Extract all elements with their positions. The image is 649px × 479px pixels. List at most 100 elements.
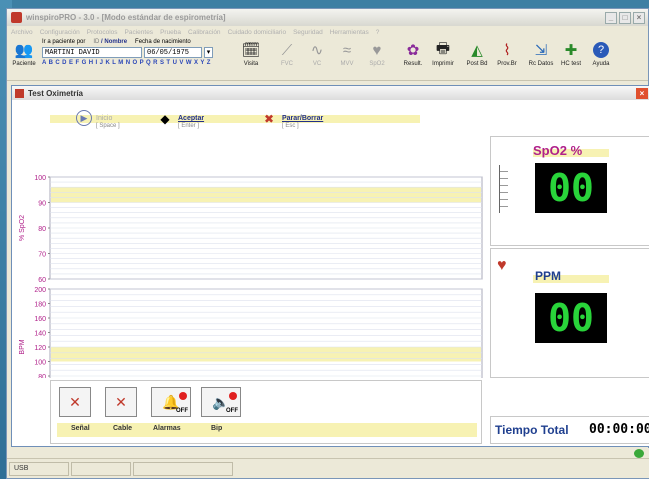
bpm-tick: 80 [38, 374, 46, 378]
oximetry-close-button[interactable]: × [636, 87, 648, 99]
menu-seguridad[interactable]: Seguridad [293, 29, 323, 36]
inicio-label: Inicio [96, 115, 113, 122]
ppm-display: 00 [535, 293, 607, 343]
window-controls: _ □ × [605, 11, 648, 24]
visita-button[interactable]: 🗓 Visita [236, 39, 266, 67]
patient-dob-field[interactable]: 06/05/1975 [144, 47, 202, 58]
result-button[interactable]: ✿ Result. [398, 39, 428, 67]
band-100 [51, 347, 481, 362]
total-time-panel: Tiempo Total 00:00:00 [490, 416, 649, 444]
rcdatos-button[interactable]: ⇲ Rc Datos [526, 39, 556, 67]
postbd-button[interactable]: ◭ Post Bd [462, 39, 492, 67]
menu-calibracion[interactable]: Calibración [188, 29, 221, 36]
parar-label: Parar/Borrar [282, 115, 324, 122]
spo2-panel: SpO2 % 00 [490, 136, 649, 246]
bottom-controls: ✕ ✕ 🔔 OFF 🔈 OFF Señal Cable Alarmas Bip [50, 380, 482, 444]
visita-label: Visita [243, 61, 259, 67]
menu-configuracion[interactable]: Configuración [40, 29, 80, 36]
cable-off-icon: ✕ [115, 394, 127, 410]
connection-status-icon [634, 449, 644, 458]
stop-icon: ✖ [263, 112, 275, 126]
receive-data-icon: ⇲ [534, 42, 548, 59]
oximetry-window-icon [15, 88, 24, 98]
bpm-tick: 180 [34, 302, 46, 309]
oximetry-window: Test Oximetría × ▶ Inicio [ Space ] ◆ Ac… [11, 85, 649, 447]
menu-bar: Archivo Configuración Protocolos Pacient… [7, 26, 648, 38]
status-section-3 [133, 461, 233, 476]
id-label[interactable]: ID [93, 39, 99, 45]
status-bar: USB [7, 458, 649, 478]
alarmas-label: Alarmas [153, 425, 181, 432]
oximetry-title: Test Oximetría [28, 88, 83, 98]
bpm-tick: 100 [34, 360, 46, 367]
heart-icon: ♥ [372, 41, 382, 59]
bpm-ylabel: BPM [19, 339, 26, 354]
aceptar-button[interactable]: ◆ Aceptar [ Enter ] [156, 110, 204, 130]
bpm-tick: 200 [34, 287, 46, 294]
vc-button[interactable]: ∿ VC [302, 39, 332, 67]
menu-protocolos[interactable]: Protocolos [87, 29, 118, 36]
name-label[interactable]: / Nombre [101, 39, 127, 45]
hctest-icon: ✚ [564, 42, 578, 59]
dob-label: Fecha de nacimiento [135, 39, 191, 45]
spo2-chart: 100 90 80 70 60 % SpO2 [19, 175, 483, 284]
spo2-level-bar [499, 165, 511, 213]
menu-prueba[interactable]: Prueba [160, 29, 181, 36]
paciente-button[interactable]: 👥 Paciente [9, 39, 39, 67]
bpm-tick: 160 [34, 316, 46, 323]
vc-label: VC [312, 61, 322, 67]
cable-button[interactable]: ✕ [105, 387, 137, 417]
patient-selector: Ir a paciente por ID / Nombre Fecha de n… [42, 39, 232, 66]
menu-archivo[interactable]: Archivo [11, 29, 33, 36]
spo2-tick: 100 [34, 175, 46, 182]
app-icon [11, 12, 22, 23]
patient-name-field[interactable]: MARTINI DAVID [42, 47, 142, 58]
dob-dropdown-icon[interactable]: ▾ [204, 47, 213, 58]
provbr-button[interactable]: ⌇ Prov.Br [492, 39, 522, 67]
parar-button[interactable]: ✖ Parar/Borrar [ Esc ] [260, 110, 323, 130]
minimize-button[interactable]: _ [605, 11, 617, 24]
senal-button[interactable]: ✕ [59, 387, 91, 417]
menu-pacientes[interactable]: Pacientes [125, 29, 154, 36]
patients-icon: 👥 [14, 42, 34, 59]
status-section-2 [71, 461, 131, 476]
mvv-wave-icon: ≈ [342, 41, 352, 59]
spo2-ylabel: % SpO2 [19, 215, 26, 241]
charts-area: 100 90 80 70 60 % SpO2 200 180 160 140 120 100 80 60… [19, 175, 483, 378]
play-icon: ▶ [76, 110, 92, 126]
cable-label: Cable [113, 425, 133, 432]
total-time-label: Tiempo Total [495, 423, 569, 437]
imprimir-button[interactable]: 🖶 Imprimir [428, 39, 458, 68]
mvv-button[interactable]: ≈ MVV [332, 39, 362, 68]
hctest-label: HC test [560, 61, 581, 67]
mvv-label: MVV [340, 61, 354, 67]
ayuda-button[interactable]: ? Ayuda [586, 39, 616, 67]
alphabet-index[interactable]: A B C D E F G H I J K L M N O P Q R S T … [42, 60, 232, 66]
accept-icon: ◆ [160, 112, 170, 126]
status-port: USB [9, 461, 69, 476]
maximize-button[interactable]: □ [619, 11, 631, 24]
ppm-panel: ♥ PPM 00 [490, 248, 649, 378]
ayuda-label: Ayuda [592, 61, 610, 67]
bpm-tick: 120 [34, 345, 46, 352]
close-button[interactable]: × [633, 11, 645, 24]
menu-cuidado[interactable]: Cuidado domiciliario [228, 29, 287, 36]
spo2-tick: 80 [38, 226, 46, 233]
bpm-tick: 140 [34, 331, 46, 338]
bip-status-dot [229, 392, 237, 400]
menu-help[interactable]: ? [376, 29, 380, 36]
inicio-button[interactable]: ▶ Inicio [ Space ] [76, 110, 120, 130]
hctest-button[interactable]: ✚ HC test [556, 39, 586, 67]
ppm-panel-label: PPM [535, 269, 562, 283]
alarmas-button[interactable]: 🔔 OFF [151, 387, 191, 417]
fvc-curve-icon: ⟋ [281, 41, 293, 59]
menu-herramientas[interactable]: Herramientas [330, 29, 369, 36]
spo2-display: 00 [535, 163, 607, 213]
fvc-label: FVC [281, 61, 293, 67]
provbr-label: Prov.Br [497, 61, 517, 67]
fvc-button[interactable]: ⟋ FVC [272, 39, 302, 68]
spo2-tick: 90 [38, 201, 46, 208]
bip-button[interactable]: 🔈 OFF [201, 387, 241, 417]
postbd-icon: ◭ [471, 42, 483, 59]
spo2-button[interactable]: ♥ SpO2 [362, 39, 392, 68]
